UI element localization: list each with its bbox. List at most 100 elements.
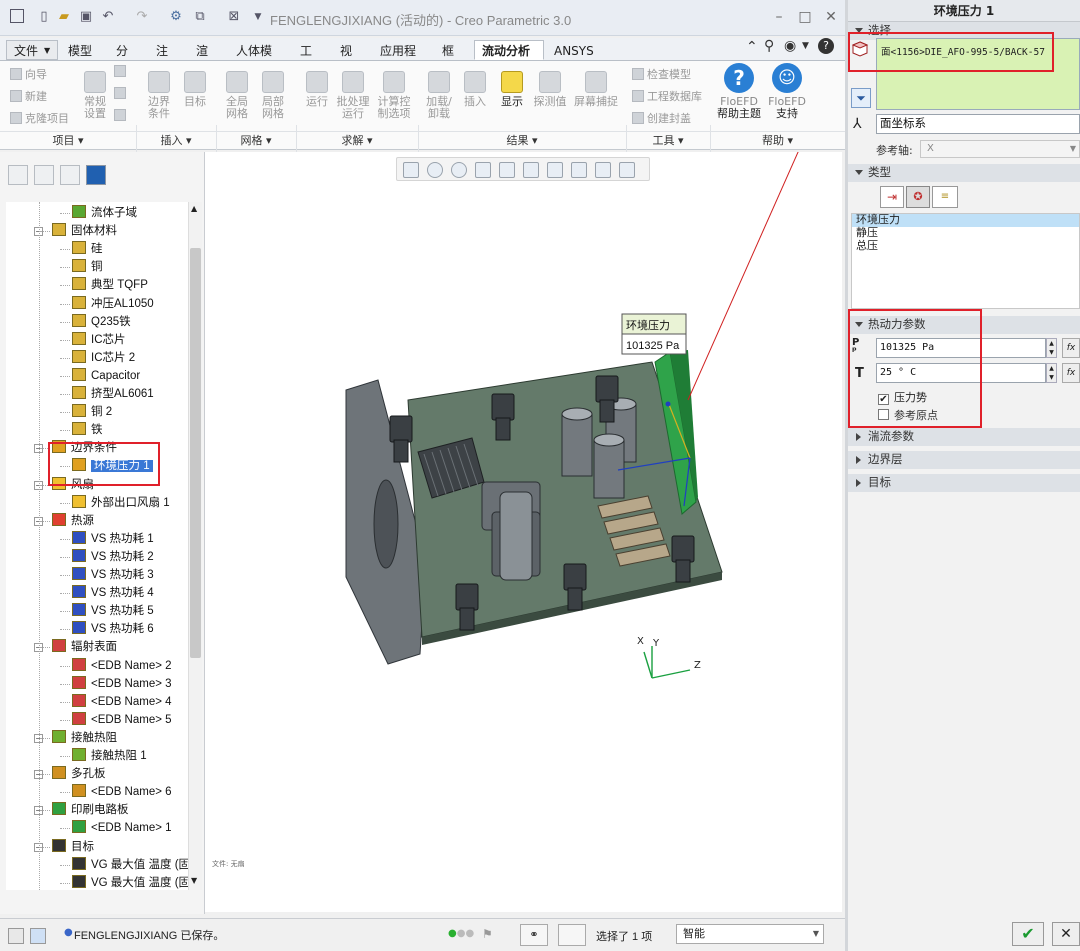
opening-boundary-icon[interactable]: ⇥ bbox=[880, 186, 904, 208]
tree-node[interactable]: <EDB Name> 2 bbox=[72, 657, 172, 675]
tree-node[interactable]: 固体材料 bbox=[52, 222, 117, 240]
tab-0[interactable]: 文件 bbox=[6, 40, 58, 60]
temperature-function-button[interactable]: fx bbox=[1062, 363, 1080, 383]
tree-node[interactable]: 接触热阻 1 bbox=[72, 747, 147, 765]
tree-node[interactable]: <EDB Name> 1 bbox=[72, 819, 172, 837]
scroll-up-icon[interactable]: ▲ bbox=[191, 204, 197, 213]
batch-run-button[interactable]: 批处理 运行 bbox=[336, 71, 370, 120]
tree-node[interactable]: VS 热功耗 1 bbox=[72, 530, 154, 548]
tree-scrollbar[interactable]: ▲ ▼ bbox=[188, 202, 202, 890]
model-viewport[interactable]: 环境压力 101325 Pa Z Y X 文件: 无扇 bbox=[200, 152, 842, 912]
app-menu-icon[interactable] bbox=[10, 9, 24, 23]
probe-button[interactable]: 探测值 bbox=[532, 71, 568, 108]
help-topics-button[interactable]: ? FloEFD 帮助主题 bbox=[714, 63, 764, 120]
pressure-callout[interactable]: 环境压力 101325 Pa bbox=[621, 313, 687, 355]
tab-5[interactable]: 人体模型 bbox=[228, 40, 290, 78]
global-mesh-button[interactable]: 全局 网格 bbox=[222, 71, 252, 120]
wall-boundary-icon[interactable]: ≡ bbox=[932, 186, 958, 208]
tree-node[interactable]: 铁 bbox=[72, 421, 103, 439]
ribbon-group-label[interactable]: 项目 ▾ bbox=[0, 131, 136, 150]
section-type[interactable]: 类型 bbox=[848, 164, 1080, 182]
tab-2[interactable]: 分析 bbox=[108, 40, 146, 78]
tree-node[interactable]: Capacitor bbox=[72, 367, 140, 385]
tree-node[interactable]: <EDB Name> 4 bbox=[72, 693, 172, 711]
temperature-spinner[interactable]: ▲ ▼ bbox=[1046, 363, 1057, 383]
filter-icon[interactable]: ⏷ bbox=[851, 88, 871, 108]
tree-toggle-icon[interactable] bbox=[8, 928, 24, 944]
tree-node[interactable]: VS 热功耗 5 bbox=[72, 602, 154, 620]
section-boundary-layer[interactable]: 边界层 bbox=[848, 451, 1080, 469]
browser-toggle-icon[interactable] bbox=[30, 928, 46, 944]
tree-node[interactable]: 挤型AL6061 bbox=[72, 385, 154, 403]
boundary-conditions-button[interactable]: 边界 条件 bbox=[144, 71, 174, 120]
tree-node[interactable]: IC芯片 bbox=[72, 331, 126, 349]
screenshot-button[interactable]: 屏幕捕捉 bbox=[572, 71, 620, 108]
engineering-db-button[interactable]: 工程数据库 bbox=[632, 88, 702, 104]
windows-icon[interactable]: ⧉ bbox=[192, 9, 208, 25]
undo-icon[interactable]: ↶ bbox=[100, 9, 116, 25]
coordinate-system-field[interactable]: 面坐标系 bbox=[876, 114, 1080, 134]
tree-node[interactable]: 多孔板 bbox=[52, 765, 106, 783]
tree-node[interactable]: <EDB Name> 5 bbox=[72, 711, 172, 729]
search-icon[interactable]: ⚲ bbox=[764, 38, 774, 54]
community-icon[interactable]: ◉ bbox=[784, 38, 796, 54]
tree-node[interactable]: VS 热功耗 2 bbox=[72, 548, 154, 566]
open-folder-icon[interactable]: ▰ bbox=[56, 9, 72, 25]
new-file-icon[interactable]: ▯ bbox=[36, 9, 52, 25]
local-mesh-button[interactable]: 局部 网格 bbox=[258, 71, 288, 120]
ribbon-group-label[interactable]: 插入 ▾ bbox=[136, 131, 216, 150]
pressure-spinner[interactable]: ▲ ▼ bbox=[1046, 338, 1057, 358]
tree-node[interactable]: 铜 bbox=[72, 258, 103, 276]
tab-8[interactable]: 应用程序 bbox=[372, 40, 432, 78]
selection-filter-select[interactable]: 智能 ▼ bbox=[676, 924, 824, 944]
tree-node[interactable]: 接触热阻 bbox=[52, 729, 117, 747]
type-list-item[interactable]: 静压 bbox=[852, 227, 1079, 240]
tree-node[interactable]: VG 最大值 温度 (固 bbox=[72, 856, 188, 874]
tab-3[interactable]: 注释 bbox=[148, 40, 186, 78]
regenerate-icon[interactable]: ⚙ bbox=[168, 9, 184, 25]
insert-results-button[interactable]: 插入 bbox=[460, 71, 490, 108]
goals-button[interactable]: 目标 bbox=[180, 71, 210, 108]
clone-project-button[interactable]: 克隆项目 bbox=[10, 110, 69, 126]
load-unload-button[interactable]: 加载/卸载 bbox=[424, 71, 454, 120]
section-turbulence[interactable]: 湍流参数 bbox=[848, 428, 1080, 446]
ok-button[interactable]: ✔ bbox=[1012, 922, 1044, 946]
pressure-opening-icon[interactable]: ✪ bbox=[906, 186, 930, 208]
tab-9[interactable]: 框架 bbox=[434, 40, 472, 78]
ribbon-group-label[interactable]: 帮助 ▾ bbox=[710, 131, 845, 150]
ribbon-group-label[interactable]: 工具 ▾ bbox=[626, 131, 710, 150]
general-settings-button[interactable]: 常规 设置 bbox=[80, 71, 110, 120]
ribbon-group-label[interactable]: 网格 ▾ bbox=[216, 131, 296, 150]
project-tool-2[interactable] bbox=[114, 87, 129, 100]
create-seal-button[interactable]: 创建封盖 bbox=[632, 110, 691, 126]
tree-node[interactable]: 印刷电路板 bbox=[52, 801, 129, 819]
tree-node[interactable]: 目标 bbox=[52, 838, 94, 856]
tab-1[interactable]: 模型 bbox=[60, 40, 106, 60]
support-button[interactable]: ☺ FloEFD 支持 bbox=[764, 63, 810, 120]
close-window-icon[interactable]: ⊠ bbox=[226, 9, 242, 25]
tree-node[interactable]: 典型 TQFP bbox=[72, 276, 148, 294]
calc-control-button[interactable]: 计算控 制选项 bbox=[376, 71, 412, 120]
tree-node[interactable]: 热源 bbox=[52, 512, 94, 530]
tree-node[interactable]: VS 热功耗 3 bbox=[72, 566, 154, 584]
section-goal[interactable]: 目标 bbox=[848, 474, 1080, 492]
selection-list-icon[interactable] bbox=[558, 924, 586, 946]
folder-browser-tab[interactable] bbox=[34, 165, 54, 185]
display-button[interactable]: 显示 bbox=[496, 71, 528, 108]
tree-node[interactable]: 冲压AL1050 bbox=[72, 295, 154, 313]
community-dropdown-icon[interactable]: ▼ bbox=[802, 41, 809, 51]
maximize-icon[interactable]: □ bbox=[796, 8, 814, 26]
scroll-down-icon[interactable]: ▼ bbox=[191, 876, 197, 885]
help-icon[interactable]: ? bbox=[818, 38, 834, 54]
redo-icon[interactable]: ↷ bbox=[134, 9, 150, 25]
ref-axis-select[interactable]: X ▼ bbox=[920, 140, 1080, 158]
tree-node[interactable]: <EDB Name> 6 bbox=[72, 783, 172, 801]
favorites-tab[interactable] bbox=[60, 165, 80, 185]
tab-7[interactable]: 视图 bbox=[332, 40, 370, 78]
tab-11[interactable]: ANSYS 19.2 bbox=[546, 40, 632, 78]
flag-icon[interactable]: ⚑ bbox=[482, 927, 493, 941]
minimize-icon[interactable]: – bbox=[770, 8, 788, 26]
save-icon[interactable]: ▣ bbox=[78, 9, 94, 25]
tab-4[interactable]: 渲染 bbox=[188, 40, 226, 78]
tree-node[interactable]: <EDB Name> 3 bbox=[72, 675, 172, 693]
